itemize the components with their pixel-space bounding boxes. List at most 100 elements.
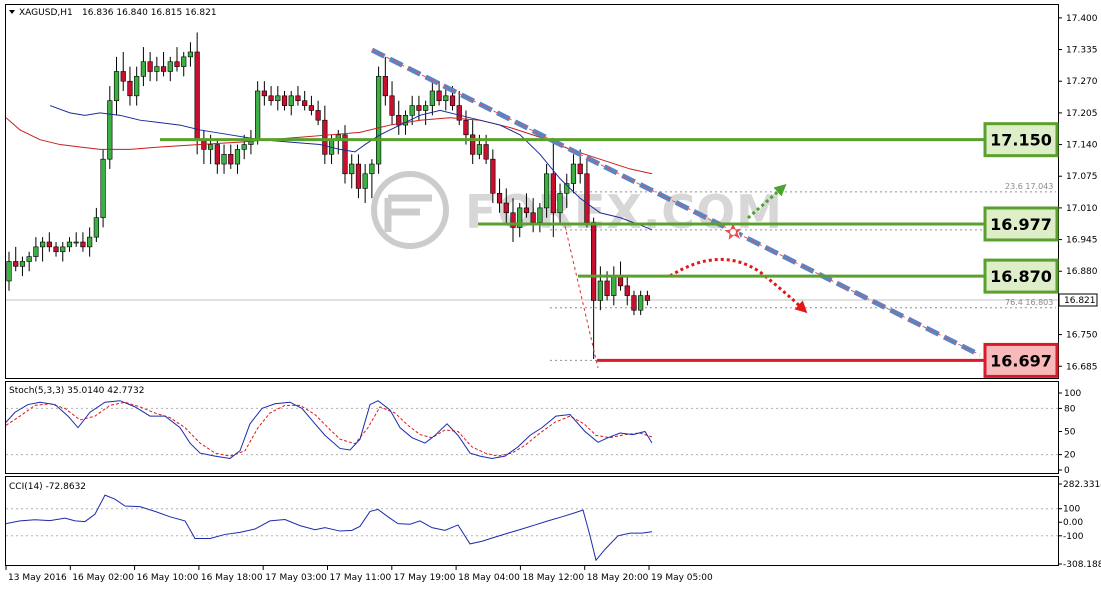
level-label: 16.977 bbox=[990, 215, 1052, 234]
candle-body bbox=[241, 144, 247, 150]
candle-body bbox=[6, 261, 12, 282]
x-tick-label: 16 May 02:00 bbox=[72, 573, 134, 583]
candle-body bbox=[147, 61, 153, 72]
candle-body bbox=[557, 192, 563, 214]
x-tick-label: 17 May 19:00 bbox=[394, 573, 456, 583]
cci-pane-frame bbox=[5, 476, 1059, 566]
cci-y-tick-label: 100 bbox=[1063, 505, 1080, 515]
candle-body bbox=[160, 66, 167, 72]
candle-body bbox=[234, 149, 241, 165]
xagusd-chart: FOREX.COM 23.6 17.04350.0 16.92376.4 16.… bbox=[5, 4, 1101, 583]
candle-body bbox=[584, 173, 590, 223]
candle-body bbox=[26, 256, 32, 262]
candle-body bbox=[174, 61, 180, 67]
stoch-y-tick-label: 100 bbox=[1064, 389, 1081, 399]
y-tick-label: 17.075 bbox=[1066, 172, 1098, 182]
y-tick-label: 16.945 bbox=[1066, 236, 1098, 246]
candle-body bbox=[302, 100, 308, 106]
x-tick-label: 16 May 10:00 bbox=[137, 573, 199, 583]
cci-y-tick-label: 282.3314 bbox=[1063, 480, 1101, 490]
cci-y-tick-label: 0.00 bbox=[1063, 518, 1083, 528]
x-tick-label: 13 May 2016 bbox=[8, 573, 67, 583]
current-price-label: 16.821 bbox=[1064, 296, 1096, 306]
candle-body bbox=[19, 261, 26, 267]
candle-body bbox=[228, 154, 234, 165]
cci-y-tick-label: -100 bbox=[1063, 532, 1084, 542]
candle-body bbox=[288, 95, 294, 106]
candle-body bbox=[570, 163, 577, 184]
candle-body bbox=[611, 275, 617, 296]
candle-body bbox=[543, 173, 550, 209]
x-tick-label: 17 May 11:00 bbox=[330, 573, 392, 583]
cci-y-tick-label: -308.188 bbox=[1063, 560, 1101, 570]
candle-body bbox=[33, 246, 39, 257]
stoch-title: Stoch(5,3,3) 35.0140 42.7732 bbox=[9, 386, 144, 396]
candle-body bbox=[322, 119, 328, 155]
candle-body bbox=[443, 95, 449, 102]
candle-body bbox=[46, 241, 52, 248]
candle-body bbox=[60, 246, 66, 253]
candle-body bbox=[537, 207, 543, 223]
x-tick-label: 19 May 05:00 bbox=[651, 573, 713, 583]
candle-body bbox=[13, 261, 19, 267]
candle-body bbox=[140, 61, 147, 77]
candle-body bbox=[127, 80, 133, 97]
candle-body bbox=[429, 90, 435, 106]
stoch-y-tick-label: 0 bbox=[1064, 466, 1070, 476]
candle-body bbox=[134, 76, 140, 97]
stoch-y-tick-label: 80 bbox=[1064, 404, 1076, 414]
candle-body bbox=[483, 144, 489, 160]
candle-body bbox=[382, 76, 388, 97]
candle-body bbox=[355, 163, 362, 189]
candle-body bbox=[275, 95, 281, 102]
x-tick-label: 16 May 18:00 bbox=[201, 573, 263, 583]
candle-body bbox=[362, 173, 368, 189]
candle-body bbox=[423, 105, 429, 111]
level-label: 16.870 bbox=[990, 267, 1052, 286]
candle-body bbox=[349, 163, 355, 175]
candle-body bbox=[631, 295, 637, 311]
candle-body bbox=[93, 217, 99, 238]
candle-body bbox=[389, 95, 395, 116]
cci-title: CCI(14) -72.8632 bbox=[9, 482, 86, 492]
level-label: 17.150 bbox=[990, 131, 1052, 150]
candle-body bbox=[624, 285, 630, 296]
candle-body bbox=[463, 119, 469, 136]
candle-body bbox=[409, 105, 415, 116]
candle-body bbox=[208, 144, 214, 150]
candle-body bbox=[181, 56, 187, 67]
candle-body bbox=[80, 241, 86, 248]
candle-body bbox=[73, 241, 79, 244]
candle-body bbox=[261, 90, 267, 97]
y-tick-label: 17.400 bbox=[1066, 14, 1098, 24]
candle-body bbox=[66, 241, 73, 248]
candle-body bbox=[530, 212, 536, 223]
stoch-y-tick-label: 50 bbox=[1064, 428, 1076, 438]
x-tick-label: 18 May 04:00 bbox=[458, 573, 520, 583]
candle-body bbox=[107, 100, 113, 160]
stoch-pane-frame bbox=[5, 381, 1059, 474]
candle-body bbox=[577, 163, 583, 175]
candle-body bbox=[604, 280, 610, 296]
candle-body bbox=[375, 76, 382, 165]
chart-symbol-title: XAGUSD,H1 bbox=[19, 8, 73, 18]
candle-body bbox=[523, 207, 530, 214]
candle-body bbox=[53, 246, 59, 253]
candle-body bbox=[167, 61, 173, 72]
candle-body bbox=[638, 295, 644, 311]
candle-body bbox=[194, 51, 200, 140]
y-tick-label: 17.205 bbox=[1066, 109, 1098, 119]
candle-body bbox=[268, 95, 274, 102]
candle-body bbox=[496, 192, 503, 204]
candle-body bbox=[369, 163, 375, 175]
candle-body bbox=[214, 144, 220, 165]
y-tick-label: 16.750 bbox=[1066, 331, 1098, 341]
candle-body bbox=[597, 280, 603, 301]
candle-body bbox=[100, 158, 106, 218]
candle-body bbox=[550, 173, 556, 214]
fib-level-label: 23.6 17.043 bbox=[1005, 182, 1053, 191]
candle-body bbox=[221, 154, 227, 165]
candle-body bbox=[295, 95, 301, 102]
y-tick-label: 17.010 bbox=[1066, 204, 1098, 214]
candle-body bbox=[315, 110, 321, 121]
